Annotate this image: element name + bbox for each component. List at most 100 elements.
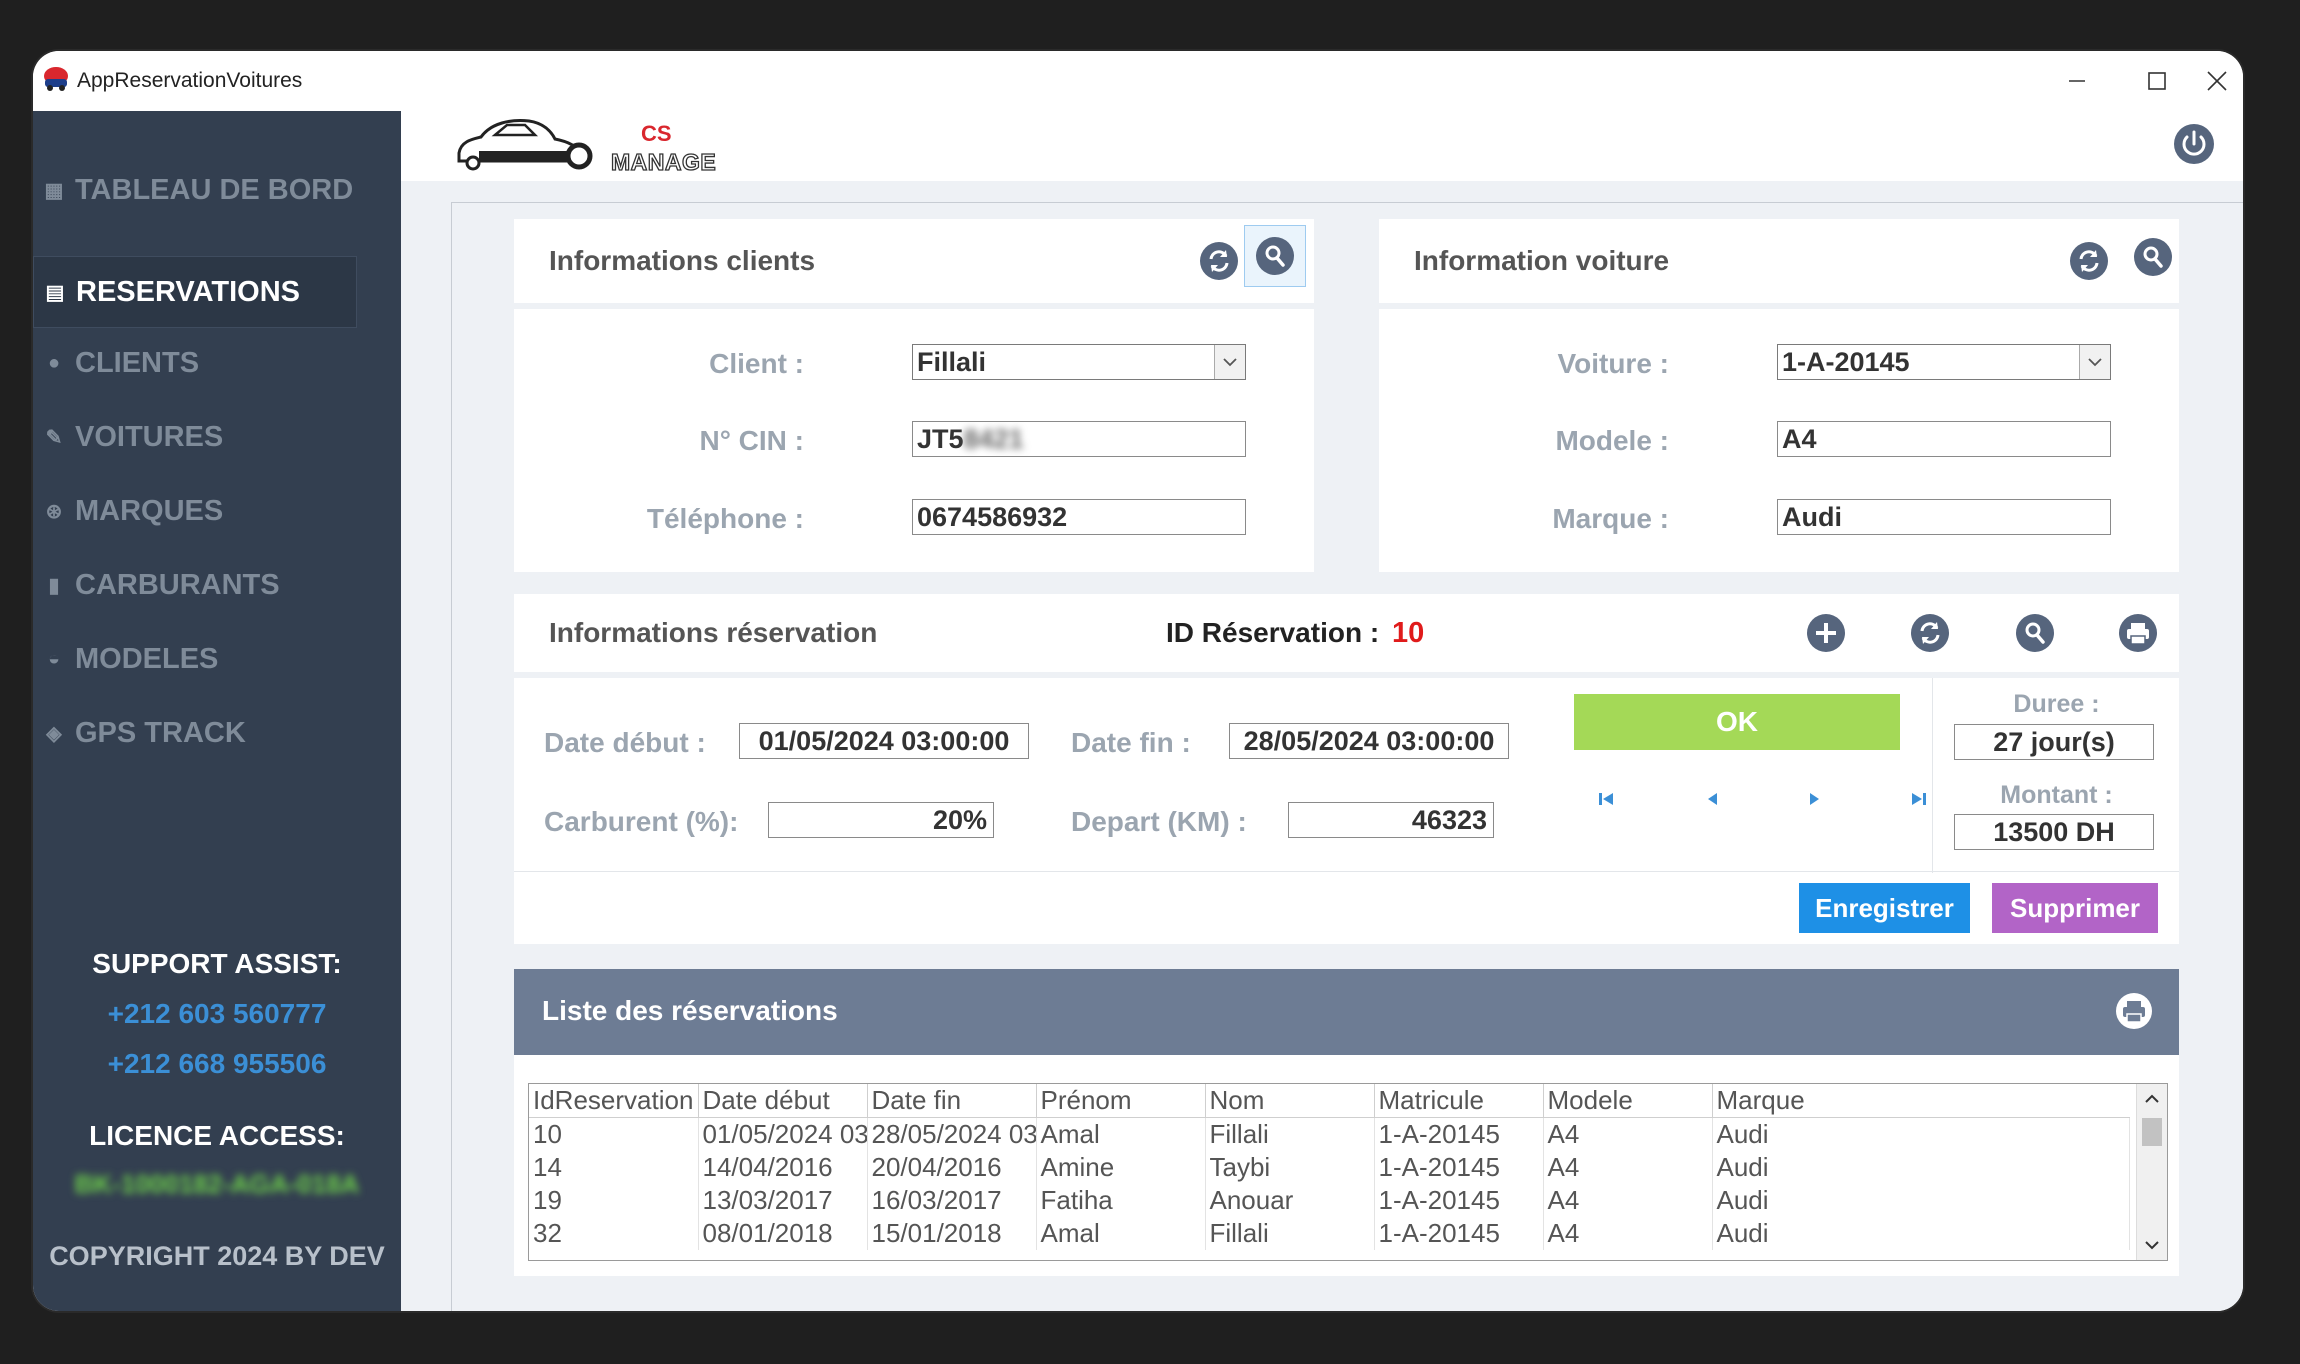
- table-cell: A4: [1543, 1184, 1713, 1217]
- sidebar-item-gps-track[interactable]: ◈ GPS TRACK: [33, 698, 401, 768]
- telephone-label: Téléphone :: [646, 503, 804, 534]
- column-header[interactable]: Matricule: [1374, 1084, 1544, 1118]
- table-icon: ▤: [45, 281, 65, 304]
- cin-label: N° CIN :: [699, 425, 804, 456]
- power-button[interactable]: [2171, 121, 2217, 167]
- clients-refresh-button[interactable]: [1189, 231, 1249, 291]
- sidebar-item-marques[interactable]: ⊛ MARQUES: [33, 476, 401, 546]
- sidebar-item-tableau-de-bord[interactable]: ▦ TABLEAU DE BORD: [33, 155, 401, 225]
- date-fin-field[interactable]: 28/05/2024 03:00:00: [1229, 723, 1509, 759]
- add-reservation-button[interactable]: [1796, 603, 1856, 663]
- table-cell: A4: [1543, 1117, 1713, 1151]
- column-header[interactable]: IdReservation: [529, 1084, 699, 1118]
- delete-button[interactable]: Supprimer: [1992, 883, 2158, 933]
- print-icon: [2119, 614, 2157, 652]
- date-debut-field[interactable]: 01/05/2024 03:00:00: [739, 723, 1029, 759]
- sidebar-item-voitures[interactable]: ✎ VOITURES: [33, 402, 401, 472]
- top-bar: CS MANAGE: [401, 111, 2243, 181]
- voiture-value: 1-A-20145: [1782, 347, 1910, 377]
- ok-button[interactable]: OK: [1574, 694, 1900, 750]
- table-row[interactable]: 32 08/01/2018 15/01/2018 Amal Fillali 1-…: [529, 1217, 2130, 1250]
- scroll-up-arrow[interactable]: [2137, 1084, 2167, 1114]
- depart-km-field[interactable]: 46323: [1288, 802, 1494, 838]
- telephone-field[interactable]: 0674586932: [912, 499, 1246, 535]
- support-phone-1[interactable]: +212 603 560777: [33, 998, 401, 1030]
- table-cell: A4: [1543, 1217, 1713, 1250]
- app-icon: [44, 67, 68, 91]
- support-phone-2[interactable]: +212 668 955506: [33, 1048, 401, 1080]
- car-icon: ◒: [47, 647, 61, 670]
- power-icon: [2174, 124, 2214, 164]
- sidebar-item-label: VOITURES: [75, 420, 224, 453]
- list-print-button[interactable]: [2104, 981, 2164, 1041]
- reservations-list-title: Liste des réservations: [542, 995, 838, 1026]
- sidebar-item-reservations[interactable]: ▤ RESERVATIONS: [33, 256, 357, 328]
- car-refresh-button[interactable]: [2059, 231, 2119, 291]
- marque-label: Marque :: [1552, 503, 1669, 534]
- reservation-search-button[interactable]: [2005, 603, 2065, 663]
- column-header[interactable]: Date début: [698, 1084, 868, 1118]
- sidebar-item-clients[interactable]: ● CLIENTS: [33, 328, 401, 398]
- sidebar-item-label: TABLEAU DE BORD: [75, 173, 354, 206]
- sidebar-item-label: MODELES: [75, 642, 219, 675]
- table-cell: Amine: [1036, 1151, 1206, 1184]
- table-row[interactable]: 10 01/05/2024 03 28/05/2024 03 Amal Fill…: [529, 1117, 2130, 1151]
- depart-km-label: Depart (KM) :: [1071, 806, 1247, 837]
- grid-header-row: IdReservation Date début Date fin Prénom…: [529, 1084, 2129, 1118]
- licence-title: LICENCE ACCESS:: [89, 1120, 345, 1151]
- column-header[interactable]: Date fin: [867, 1084, 1037, 1118]
- table-cell: 20/04/2016: [867, 1151, 1037, 1184]
- client-value: Fillali: [917, 347, 987, 377]
- car-search-button[interactable]: [2123, 227, 2183, 287]
- client-label: Client :: [709, 348, 804, 379]
- table-cell: Fillali: [1205, 1217, 1375, 1250]
- vertical-scrollbar[interactable]: [2136, 1084, 2167, 1260]
- scroll-thumb[interactable]: [2142, 1118, 2162, 1146]
- carburant-label: Carburent (%):: [544, 806, 739, 837]
- table-cell: Audi: [1712, 1217, 2130, 1250]
- table-cell: 19: [529, 1184, 699, 1217]
- carburant-field[interactable]: 20%: [768, 802, 994, 838]
- sidebar-item-label: GPS TRACK: [75, 716, 246, 749]
- reservation-print-button[interactable]: [2108, 603, 2168, 663]
- column-header[interactable]: Prénom: [1036, 1084, 1206, 1118]
- sidebar-item-carburants[interactable]: ▮ CARBURANTS: [33, 550, 401, 620]
- first-record-button[interactable]: [1591, 784, 1621, 814]
- save-button[interactable]: Enregistrer: [1799, 883, 1970, 933]
- marque-field[interactable]: Audi: [1777, 499, 2111, 535]
- reservation-refresh-button[interactable]: [1900, 603, 1960, 663]
- last-record-button[interactable]: [1904, 784, 1934, 814]
- scroll-down-arrow[interactable]: [2137, 1230, 2167, 1260]
- modele-field[interactable]: A4: [1777, 421, 2111, 457]
- clients-search-button[interactable]: [1244, 225, 1306, 287]
- table-cell: 14/04/2016: [698, 1151, 868, 1184]
- close-button[interactable]: [2191, 59, 2243, 103]
- reservation-id-value: 10: [1392, 616, 1425, 649]
- column-header[interactable]: Modele: [1543, 1084, 1713, 1118]
- column-header[interactable]: Marque: [1712, 1084, 2129, 1118]
- logo-manage: MANAGE: [610, 148, 717, 175]
- main-area: CS MANAGE Informations clients Client: …: [401, 111, 2243, 1311]
- client-select[interactable]: Fillali: [912, 344, 1246, 380]
- maximize-button[interactable]: [2131, 59, 2183, 103]
- table-cell: Audi: [1712, 1117, 2130, 1151]
- reservations-grid[interactable]: IdReservation Date début Date fin Prénom…: [528, 1083, 2168, 1261]
- table-row[interactable]: 14 14/04/2016 20/04/2016 Amine Taybi 1-A…: [529, 1151, 2130, 1184]
- clients-panel-title: Informations clients: [549, 245, 816, 276]
- previous-record-button[interactable]: [1697, 784, 1727, 814]
- table-cell: 1-A-20145: [1374, 1117, 1544, 1151]
- table-row[interactable]: 19 13/03/2017 16/03/2017 Fatiha Anouar 1…: [529, 1184, 2130, 1217]
- sidebar-item-label: CLIENTS: [75, 346, 200, 379]
- chevron-down-icon[interactable]: [1214, 345, 1245, 379]
- reservation-id-label: ID Réservation :: [1166, 617, 1380, 648]
- chevron-down-icon[interactable]: [2079, 345, 2110, 379]
- sidebar-item-modeles[interactable]: ◒ MODELES: [33, 624, 401, 694]
- table-cell: 32: [529, 1217, 699, 1250]
- reservation-panel: Informations réservation ID Réservation …: [514, 594, 2179, 944]
- column-header[interactable]: Nom: [1205, 1084, 1375, 1118]
- divider: [1932, 678, 1933, 873]
- next-record-button[interactable]: [1800, 784, 1830, 814]
- minimize-button[interactable]: [2051, 59, 2103, 103]
- cin-field[interactable]: JT58421: [912, 421, 1246, 457]
- voiture-select[interactable]: 1-A-20145: [1777, 344, 2111, 380]
